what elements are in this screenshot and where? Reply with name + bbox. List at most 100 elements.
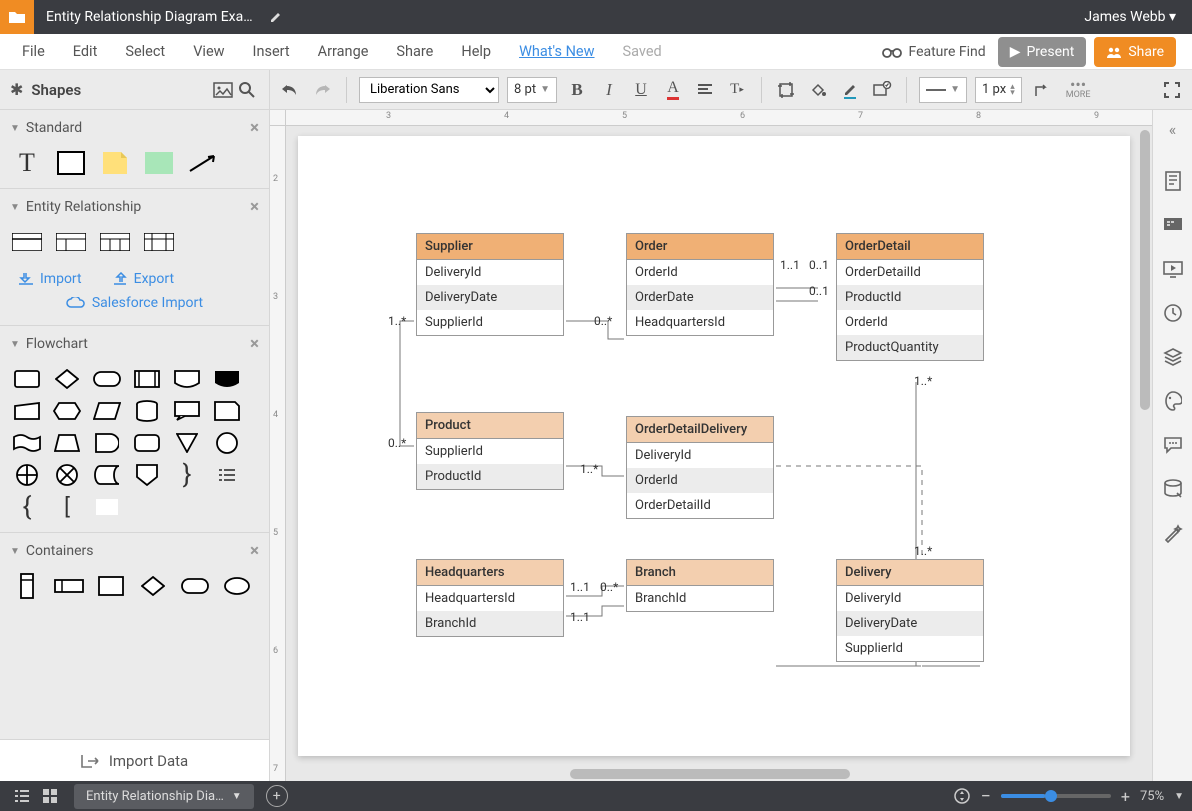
group-header-containers[interactable]: ▼Containers× — [0, 533, 269, 569]
document-title[interactable]: Entity Relationship Diagram Exa… — [34, 9, 265, 25]
redo-icon[interactable] — [310, 78, 334, 102]
gear-icon[interactable]: ✱ — [10, 80, 23, 99]
fullscreen-icon[interactable] — [1160, 78, 1184, 102]
notes-icon[interactable] — [1162, 170, 1184, 192]
underline-icon[interactable]: U — [629, 78, 653, 102]
fc-rect[interactable] — [12, 368, 42, 390]
canvas[interactable]: 3 4 5 6 7 8 9 2 3 4 5 6 7 — [270, 110, 1152, 781]
data-icon[interactable] — [1162, 478, 1184, 500]
vertical-scrollbar[interactable] — [1140, 130, 1150, 410]
import-data-button[interactable]: Import Data — [0, 739, 269, 781]
group-header-standard[interactable]: ▼Standard× — [0, 110, 269, 146]
line-style-select[interactable]: ▼ — [919, 77, 967, 103]
undo-icon[interactable] — [278, 78, 302, 102]
layers-icon[interactable] — [1162, 346, 1184, 368]
cont-1[interactable] — [12, 575, 42, 597]
close-icon[interactable]: × — [250, 334, 259, 354]
fc-cyl[interactable] — [132, 400, 162, 422]
more-button[interactable]: •••MORE — [1066, 80, 1091, 100]
fc-list[interactable] — [212, 464, 242, 486]
fc-stored[interactable] — [92, 464, 122, 486]
font-select[interactable]: Liberation Sans — [359, 77, 499, 103]
shape-text[interactable]: T — [12, 152, 42, 174]
fc-manual[interactable] — [12, 400, 42, 422]
crop-icon[interactable] — [774, 78, 798, 102]
fc-flag[interactable] — [12, 432, 42, 454]
fc-sumjunc[interactable] — [12, 464, 42, 486]
menu-file[interactable]: File — [8, 43, 59, 60]
close-icon[interactable]: × — [250, 541, 259, 561]
line-width-select[interactable]: 1 px▴▾ — [975, 77, 1022, 103]
bold-icon[interactable]: B — [565, 78, 589, 102]
entity-branch[interactable]: Branch BranchId — [626, 559, 774, 612]
fc-display2[interactable] — [212, 368, 242, 390]
group-header-flowchart[interactable]: ▼Flowchart× — [0, 326, 269, 362]
fc-rect2[interactable] — [132, 432, 162, 454]
outline-view-icon[interactable] — [8, 789, 36, 803]
fc-trap[interactable] — [52, 432, 82, 454]
fc-hex[interactable] — [52, 400, 82, 422]
fc-brace-r[interactable]: } — [172, 464, 202, 486]
group-header-er[interactable]: ▼Entity Relationship× — [0, 189, 269, 225]
search-icon[interactable] — [235, 78, 259, 102]
menu-arrange[interactable]: Arrange — [304, 43, 383, 60]
grid-view-icon[interactable] — [36, 789, 64, 803]
entity-order[interactable]: Order OrderId OrderDate HeadquartersId — [626, 233, 774, 336]
er-export[interactable]: Export — [112, 271, 174, 287]
page-tab[interactable]: Entity Relationship Dia…▼ — [74, 784, 254, 809]
shape-note[interactable] — [100, 152, 130, 174]
cont-6[interactable] — [222, 575, 252, 597]
themes-icon[interactable] — [1162, 390, 1184, 412]
magic-icon[interactable] — [1162, 522, 1184, 544]
chat-icon[interactable] — [1162, 434, 1184, 456]
fc-callout[interactable] — [172, 400, 202, 422]
rename-icon[interactable] — [269, 10, 283, 24]
fill-icon[interactable] — [806, 78, 830, 102]
zoom-slider[interactable] — [1001, 794, 1111, 798]
fc-doc2[interactable] — [212, 400, 242, 422]
folder-icon[interactable] — [0, 0, 34, 34]
present-button[interactable]: ▶Present — [998, 37, 1087, 67]
entity-product[interactable]: Product SupplierId ProductId — [416, 412, 564, 490]
chevron-down-icon[interactable]: ▼ — [1174, 791, 1184, 802]
menu-select[interactable]: Select — [111, 43, 179, 60]
close-icon[interactable]: × — [250, 197, 259, 217]
fc-d[interactable] — [92, 432, 122, 454]
zoom-value[interactable]: 75% — [1140, 789, 1164, 804]
feature-find[interactable]: Feature Find — [882, 44, 985, 60]
shape-er-2[interactable] — [56, 231, 86, 253]
menu-share[interactable]: Share — [382, 43, 447, 60]
shape-arrow[interactable] — [188, 152, 218, 174]
diagram-page[interactable]: 1..* 0..* 0..* 1..* 1..1 0..1 0..1 1..* … — [298, 136, 1130, 756]
present-rail-icon[interactable] — [1162, 258, 1184, 280]
fc-diamond[interactable] — [52, 368, 82, 390]
shape-er-4[interactable] — [144, 231, 174, 253]
fc-bracket[interactable]: [ — [52, 496, 82, 518]
align-icon[interactable] — [693, 78, 717, 102]
add-page-button[interactable]: + — [266, 785, 288, 807]
history-icon[interactable] — [1162, 302, 1184, 324]
line-routing-icon[interactable] — [1030, 78, 1054, 102]
share-button[interactable]: Share — [1094, 37, 1176, 67]
shape-options-icon[interactable] — [870, 78, 894, 102]
text-style-icon[interactable]: T▸ — [725, 78, 749, 102]
shape-er-1[interactable] — [12, 231, 42, 253]
shape-block[interactable] — [144, 152, 174, 174]
menu-whats-new[interactable]: What's New — [505, 43, 608, 60]
cont-5[interactable] — [180, 575, 210, 597]
menu-view[interactable]: View — [179, 43, 238, 60]
fc-blank[interactable] — [92, 496, 122, 518]
menu-insert[interactable]: Insert — [239, 43, 304, 60]
zoom-out-icon[interactable]: − — [981, 786, 991, 807]
cont-2[interactable] — [54, 575, 84, 597]
fc-para[interactable] — [92, 400, 122, 422]
shape-er-3[interactable] — [100, 231, 130, 253]
fc-terminal[interactable] — [92, 368, 122, 390]
fc-shield[interactable] — [132, 464, 162, 486]
collapse-icon[interactable]: « — [1162, 118, 1184, 140]
entity-orderdetail[interactable]: OrderDetail OrderDetailId ProductId Orde… — [836, 233, 984, 361]
menu-help[interactable]: Help — [447, 43, 505, 60]
entity-delivery[interactable]: Delivery DeliveryId DeliveryDate Supplie… — [836, 559, 984, 662]
image-icon[interactable] — [211, 78, 235, 102]
border-color-icon[interactable] — [838, 78, 862, 102]
